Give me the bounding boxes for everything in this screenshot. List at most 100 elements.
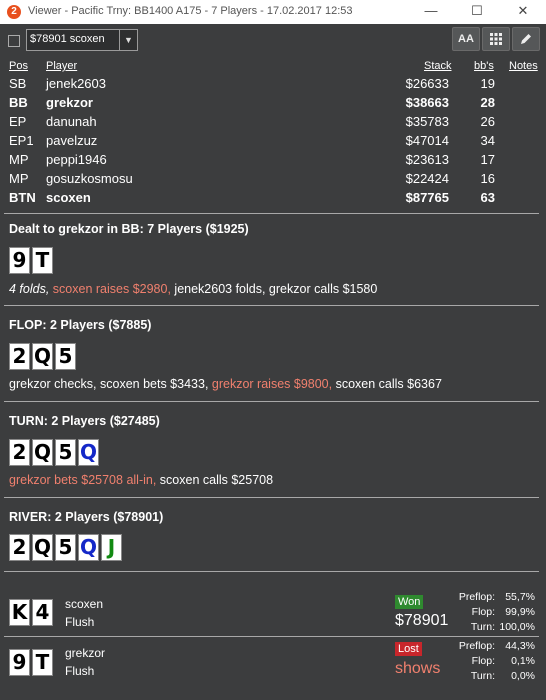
toolbar: $78901 scoxen ▼ AA xyxy=(0,24,546,56)
player-row[interactable]: EP danunah $35783 26 xyxy=(0,114,546,133)
equity-label: Flop: xyxy=(471,606,495,618)
header-player[interactable]: Player xyxy=(46,60,77,72)
maximize-button[interactable]: ☐ xyxy=(454,0,500,24)
player-row[interactable]: MP gosuzkosmosu $22424 16 xyxy=(0,171,546,190)
hand-select-value: $78901 scoxen xyxy=(30,33,105,45)
equity-label: Preflop: xyxy=(458,591,495,603)
header-bbs[interactable]: bb's xyxy=(474,60,494,72)
chevron-down-icon[interactable]: ▼ xyxy=(119,30,137,50)
divider xyxy=(4,497,539,498)
player-row[interactable]: BB grekzor $38663 28 xyxy=(0,95,546,114)
player-pos: MP xyxy=(9,171,29,186)
font-size-icon: AA xyxy=(458,33,474,45)
player-stack: $47014 xyxy=(405,133,449,148)
player-pos: BB xyxy=(9,95,28,110)
showdown-cards: K4 xyxy=(9,599,55,626)
other-action: grekzor checks, scoxen bets $3433, xyxy=(9,377,209,391)
player-pos: EP xyxy=(9,114,27,129)
showdown-cards: 9T xyxy=(9,649,55,676)
equity-value: 55,7% xyxy=(505,591,535,603)
card: 4 xyxy=(32,599,53,626)
title-bar: 2 Viewer - Pacific Trny: BB1400 A175 - 7… xyxy=(0,0,546,24)
river-cards: 2Q5QJ xyxy=(9,534,124,561)
player-row[interactable]: MP peppi1946 $23613 17 xyxy=(0,152,546,171)
divider xyxy=(4,305,539,306)
app-logo-icon: 2 xyxy=(7,5,21,19)
window-title: Viewer - Pacific Trny: BB1400 A175 - 7 P… xyxy=(28,5,353,17)
player-stack: $38663 xyxy=(405,95,449,110)
hole-cards: 9T xyxy=(9,247,55,274)
showdown-player: scoxen xyxy=(65,597,104,611)
equity-value: 0,1% xyxy=(511,655,535,667)
card: 9 xyxy=(9,247,30,274)
preflop-title: Dealt to grekzor in BB: 7 Players ($1925… xyxy=(9,222,249,236)
card: Q xyxy=(32,343,53,370)
player-bbs: 26 xyxy=(480,114,495,129)
card: 9 xyxy=(9,649,30,676)
other-action: scoxen calls $25708 xyxy=(159,473,274,487)
card: K xyxy=(9,599,30,626)
hand-select-dropdown[interactable]: $78901 scoxen ▼ xyxy=(26,29,138,51)
select-checkbox[interactable] xyxy=(8,35,20,47)
player-bbs: 16 xyxy=(480,171,495,186)
turn-cards: 2Q5Q xyxy=(9,439,101,466)
lost-badge: Lost xyxy=(395,642,422,656)
player-pos: MP xyxy=(9,152,29,167)
equity-value: 0,0% xyxy=(511,670,535,682)
divider xyxy=(4,636,539,637)
player-bbs: 28 xyxy=(480,95,495,110)
player-row[interactable]: EP1 pavelzuz $47014 34 xyxy=(0,133,546,152)
header-notes[interactable]: Notes xyxy=(509,60,538,72)
raise-action: grekzor raises $9800, xyxy=(211,377,333,391)
pencil-icon xyxy=(521,34,531,44)
raise-action: scoxen raises $2980, xyxy=(52,282,171,296)
player-row[interactable]: SB jenek2603 $26633 19 xyxy=(0,76,546,95)
player-bbs: 63 xyxy=(480,190,495,205)
divider xyxy=(4,571,539,572)
divider xyxy=(4,401,539,402)
player-pos: SB xyxy=(9,76,27,91)
showdown-player: grekzor xyxy=(65,646,106,660)
player-pos: BTN xyxy=(9,190,36,205)
card: 5 xyxy=(55,343,76,370)
card: 5 xyxy=(55,534,76,561)
card: Q xyxy=(78,439,99,466)
font-size-button[interactable]: AA xyxy=(452,27,480,51)
card: J xyxy=(101,534,122,561)
player-row[interactable]: BTN scoxen $87765 63 xyxy=(0,190,546,209)
edit-button[interactable] xyxy=(512,27,540,51)
card: Q xyxy=(78,534,99,561)
grid-button[interactable] xyxy=(482,27,510,51)
player-name: scoxen xyxy=(46,190,91,205)
grid-icon xyxy=(490,33,502,45)
equity-label: Turn: xyxy=(470,670,495,682)
close-button[interactable]: ✕ xyxy=(500,0,546,24)
player-bbs: 17 xyxy=(480,152,495,167)
card: T xyxy=(32,649,53,676)
minimize-button[interactable]: — xyxy=(408,0,454,24)
preflop-action: 4 folds, scoxen raises $2980, jenek2603 … xyxy=(9,282,377,296)
player-stack: $35783 xyxy=(405,114,449,129)
turn-title: TURN: 2 Players ($27485) xyxy=(9,414,160,428)
player-name: pavelzuz xyxy=(46,133,98,148)
other-action: jenek2603 folds, grekzor calls $1580 xyxy=(174,282,378,296)
player-name: jenek2603 xyxy=(46,76,106,91)
player-stack: $87765 xyxy=(405,190,449,205)
equity-label: Turn: xyxy=(470,621,495,633)
card: Q xyxy=(32,439,53,466)
divider xyxy=(4,213,539,214)
hand-viewer-content: Pos Player Stack bb's Notes SB jenek2603… xyxy=(0,56,546,700)
header-pos[interactable]: Pos xyxy=(9,60,28,72)
turn-action: grekzor bets $25708 all-in, scoxen calls… xyxy=(9,473,273,487)
player-name: grekzor xyxy=(46,95,93,110)
other-action: scoxen calls $6367 xyxy=(335,377,442,391)
card: 5 xyxy=(55,439,76,466)
equity-label: Flop: xyxy=(471,655,495,667)
player-name: gosuzkosmosu xyxy=(46,171,133,186)
card: T xyxy=(32,247,53,274)
player-name: peppi1946 xyxy=(46,152,107,167)
player-stack: $26633 xyxy=(405,76,449,91)
card: 2 xyxy=(9,343,30,370)
flop-cards: 2Q5 xyxy=(9,343,78,370)
header-stack[interactable]: Stack xyxy=(424,60,452,72)
